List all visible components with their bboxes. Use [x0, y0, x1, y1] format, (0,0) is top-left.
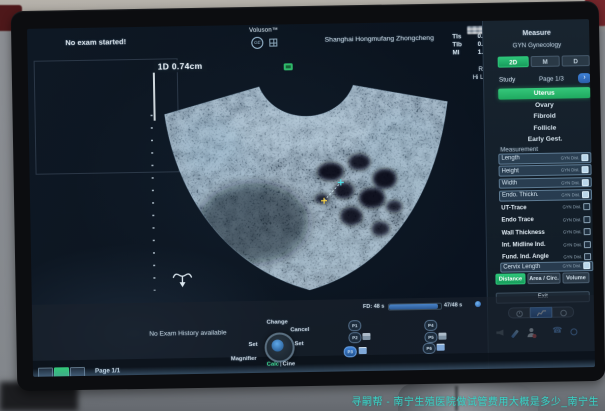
measure-row-cervix-length[interactable]: Cervix LengthGYN Dist. — [500, 261, 593, 273]
panel-subtitle: GYN Gynecology — [483, 41, 590, 50]
checkbox[interactable] — [583, 216, 590, 223]
ultrasound-image[interactable] — [146, 57, 472, 305]
cine-progress-bar[interactable] — [388, 303, 442, 310]
measure-row-wall-thickness[interactable]: Wall ThicknessGYN Dist. — [500, 226, 593, 238]
checkbox[interactable] — [581, 154, 588, 161]
checkbox[interactable] — [582, 166, 589, 173]
status-message: No exam started! — [65, 37, 126, 47]
study-label: Study — [499, 76, 515, 83]
checkbox[interactable] — [583, 262, 590, 269]
monitor-bezel: No exam started! Voluson™ GE Shanghai Ho… — [11, 1, 605, 391]
checkbox[interactable] — [582, 179, 589, 186]
distance-button[interactable]: Distance — [495, 273, 525, 285]
trackball-hint-change: Change — [260, 319, 294, 326]
watermark-text: 寻嗣帮 - 南宁生殖医院做试管费用大概是多少_南宁生 — [352, 393, 599, 408]
cine-position-label: 47/48 s — [444, 302, 462, 308]
printer-icon — [362, 333, 370, 340]
study-item-follicle[interactable]: Follicle — [499, 122, 591, 135]
area-circ-button[interactable]: Area / Circ. — [527, 273, 560, 285]
pkey-p4[interactable]: P4 — [424, 320, 437, 331]
checkbox[interactable] — [582, 191, 589, 198]
panel-title: Measure — [483, 29, 590, 38]
trackball-hint-magnifier: Magnifier — [231, 356, 257, 362]
save-icon — [437, 344, 445, 351]
trackball-hint-set-left: Set — [249, 342, 258, 348]
measure-row-endo-thickn[interactable]: Endo. Thickn.GYN Dist. — [499, 189, 592, 201]
layout-grid-icon — [269, 39, 277, 47]
trackball-hint-cancel: Cancel — [290, 327, 309, 333]
cine-playhead[interactable] — [475, 301, 481, 307]
uterus-body-marker-icon — [171, 270, 193, 288]
study-item-ovary[interactable]: Ovary — [498, 99, 590, 112]
measure-row-endo-trace[interactable]: Endo TraceGYN Dist. — [499, 214, 592, 226]
page-indicator: Page 1/1 — [95, 367, 120, 374]
checkbox[interactable] — [583, 203, 590, 210]
ultrasound-screen: No exam started! Voluson™ GE Shanghai Ho… — [27, 19, 595, 377]
pkey-p5[interactable]: P5 — [424, 332, 437, 343]
checkbox[interactable] — [584, 241, 591, 248]
trackball-hint-set-right: Set — [295, 341, 304, 347]
tab-2d[interactable]: 2D — [498, 56, 529, 68]
pkey-p2[interactable]: P2 — [348, 332, 361, 343]
printer-icon — [438, 333, 446, 340]
tab-d[interactable]: D — [562, 55, 590, 66]
volume-button[interactable]: Volume — [562, 272, 589, 283]
measure-row-int-midline[interactable]: Int. Midline Ind.GYN Dist. — [500, 239, 593, 251]
layout-list-icon[interactable] — [38, 367, 53, 376]
layout-grid-icon[interactable] — [54, 367, 69, 377]
study-item-early-gest[interactable]: Early Gest. — [499, 133, 591, 146]
study-item-fibroid[interactable]: Fibroid — [499, 110, 591, 123]
cine-duration-label: FD: 48 s — [363, 304, 385, 310]
measure-row-width[interactable]: WidthGYN Dist. — [499, 177, 592, 189]
cine-progress-fill — [389, 304, 438, 309]
photo-background: No exam started! Voluson™ GE Shanghai Ho… — [0, 0, 605, 411]
save-icon — [359, 347, 367, 354]
pkey-p3[interactable]: P3 — [344, 346, 357, 357]
study-item-uterus[interactable]: Uterus — [498, 87, 590, 100]
next-page-button[interactable]: › — [578, 73, 591, 83]
checkbox[interactable] — [584, 253, 591, 260]
checkbox[interactable] — [584, 228, 591, 235]
measure-row-length[interactable]: LengthGYN Dist. — [498, 152, 591, 164]
pkey-p1[interactable]: P1 — [348, 320, 361, 331]
trackball-hint-calc-cine: Calc|Cine — [261, 361, 301, 368]
pkey-p6[interactable]: P6 — [423, 343, 436, 354]
measure-row-height[interactable]: HeightGYN Dist. — [499, 164, 592, 176]
measure-row-ut-trace[interactable]: UT-TraceGYN Dist. — [499, 202, 592, 214]
brand-logo: Voluson™ — [249, 27, 278, 34]
tab-m[interactable]: M — [531, 56, 560, 68]
layout-report-icon[interactable] — [70, 367, 85, 377]
study-page-indicator: Page 1/3 — [539, 76, 564, 83]
ge-logo-icon: GE — [251, 37, 263, 49]
